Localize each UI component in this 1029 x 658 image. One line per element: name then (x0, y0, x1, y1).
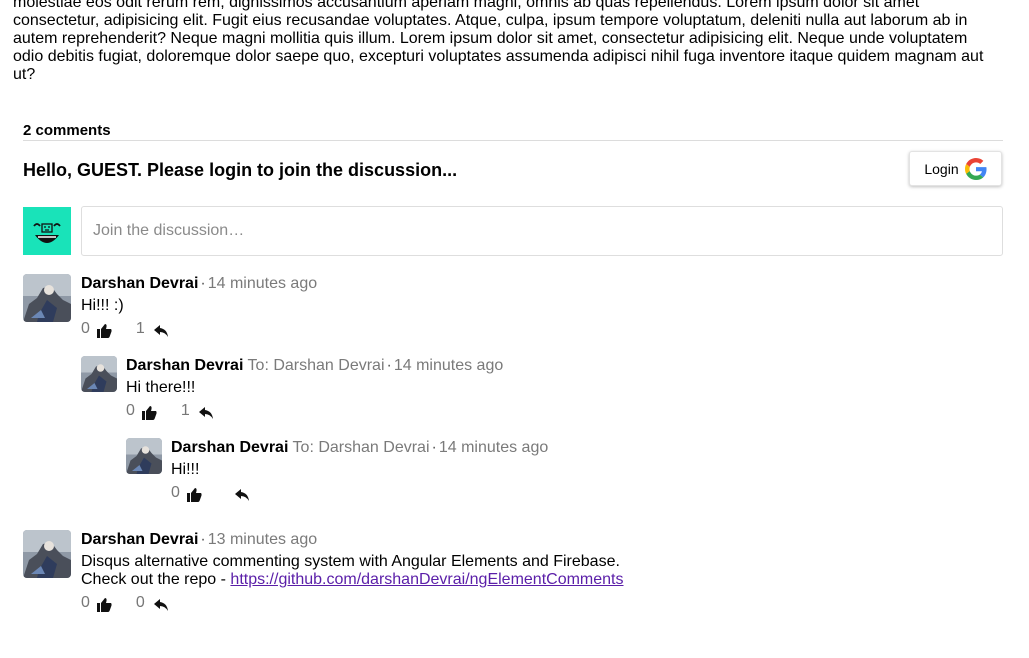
avatar[interactable] (126, 438, 162, 474)
reply-to: To: Darshan Devrai (247, 357, 385, 374)
reply-icon[interactable] (198, 407, 213, 419)
guest-greeting: Hello, GUEST. Please login to join the d… (23, 160, 458, 180)
comment-text-line: Disqus alternative commenting system wit… (81, 553, 620, 570)
reply-icon[interactable] (153, 599, 168, 611)
article-line: odio debitis fugiat, doloremque dolor sa… (13, 48, 984, 65)
join-discussion-input[interactable] (81, 206, 1003, 256)
separator-dot: · (200, 275, 206, 292)
comment-author[interactable]: Darshan Devrai (81, 531, 198, 548)
comment-text: Hi!!! (171, 461, 200, 478)
article-line: autem reprehenderit? Neque magni molliti… (13, 30, 968, 47)
comment-time: 14 minutes ago (207, 275, 318, 292)
avatar[interactable] (23, 530, 71, 578)
avatar[interactable] (81, 356, 117, 392)
thumbs-up-icon[interactable] (141, 406, 157, 420)
comment-actions: 0 1 (126, 402, 503, 420)
comment-actions: 0 1 (81, 320, 317, 338)
comment-body: Darshan Devrai To: Darshan Devrai · 14 min… (126, 356, 503, 420)
article-line: consectetur, adipisicing elit. Fugit eiu… (13, 12, 968, 29)
separator-dot: · (386, 357, 392, 374)
reply-to: To: Darshan Devrai (292, 439, 430, 456)
login-label: Login (924, 160, 959, 177)
comment-text: Hi there!!! (126, 379, 196, 396)
like-count: 0 (81, 594, 90, 611)
article-line: molestiae eos odit rerum rem, dignissimo… (13, 0, 920, 11)
comment-actions: 0 0 (81, 594, 624, 612)
comment-author[interactable]: Darshan Devrai (126, 357, 243, 374)
comment-time: 13 minutes ago (207, 531, 318, 548)
article-text: molestiae eos odit rerum rem, dignissimo… (13, 0, 1008, 84)
avatar[interactable] (23, 274, 71, 322)
comment-body: Darshan Devrai · 13 minutes ago Disqus alt… (81, 530, 624, 612)
article-line: ut? (13, 66, 36, 83)
comment-author[interactable]: Darshan Devrai (171, 439, 288, 456)
guest-face-icon (23, 207, 71, 255)
like-count: 0 (171, 484, 180, 501)
separator-dot: · (200, 531, 206, 548)
comment-time: 14 minutes ago (393, 357, 504, 374)
comment-actions: 0 (171, 484, 548, 502)
comment-author[interactable]: Darshan Devrai (81, 275, 198, 292)
repo-prefix: Check out the repo - (81, 571, 231, 588)
reply-count: 1 (135, 320, 145, 337)
reply-icon[interactable] (234, 489, 249, 501)
reply-count: 0 (135, 594, 145, 611)
comment-body: Darshan Devrai · 14 minutes ago Hi!!! :) 0… (81, 274, 317, 338)
separator-dot: · (431, 439, 437, 456)
comment-text: Disqus alternative commenting system wit… (81, 553, 624, 589)
like-count: 0 (81, 320, 90, 337)
comment-time: 14 minutes ago (438, 439, 549, 456)
repo-link[interactable]: https://github.com/darshanDevrai/ngEleme… (230, 571, 623, 588)
comment-body: Darshan Devrai To: Darshan Devrai · 14 min… (171, 438, 548, 502)
comment-text-line: Check out the repo - https://github.com/… (81, 571, 624, 589)
google-logo-icon (964, 157, 987, 180)
comment-text: Hi!!! :) (81, 297, 124, 314)
comment-header: Darshan Devrai · 14 minutes ago (81, 274, 317, 294)
divider (23, 140, 1003, 141)
reply-icon[interactable] (153, 325, 168, 337)
comments-count: 2 comments (23, 122, 111, 139)
thumbs-up-icon[interactable] (186, 488, 202, 502)
thumbs-up-icon[interactable] (96, 598, 112, 612)
like-count: 0 (126, 402, 135, 419)
reply-count: 1 (180, 402, 190, 419)
comment-header: Darshan Devrai · 13 minutes ago (81, 530, 624, 550)
thumbs-up-icon[interactable] (96, 324, 112, 338)
comment-header: Darshan Devrai To: Darshan Devrai · 14 min… (171, 438, 548, 458)
login-button[interactable]: Login (909, 151, 1002, 186)
comment-header: Darshan Devrai To: Darshan Devrai · 14 min… (126, 356, 503, 376)
